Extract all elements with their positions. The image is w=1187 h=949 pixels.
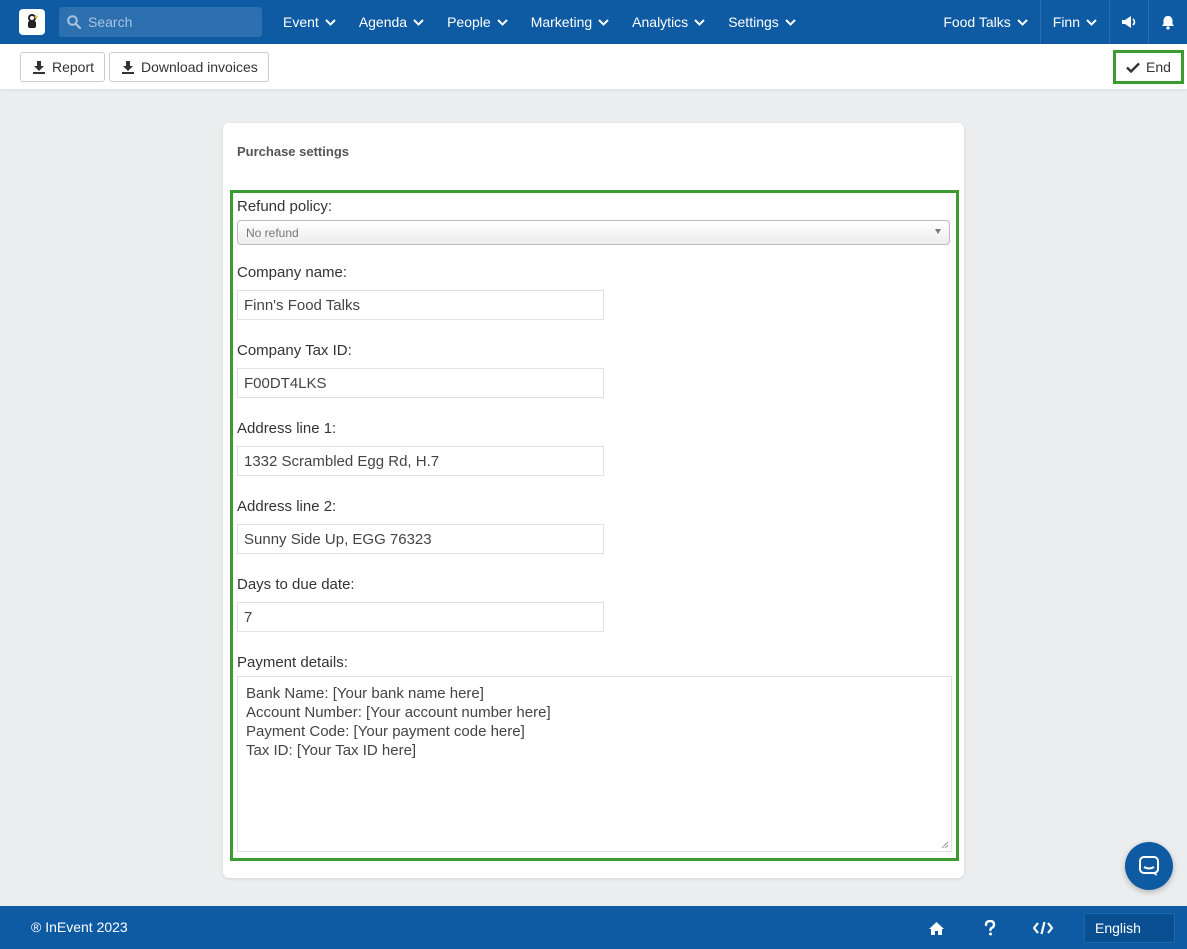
menu-people[interactable]: People xyxy=(447,14,508,30)
download-invoices-label: Download invoices xyxy=(141,59,258,75)
purchase-form-highlight: Refund policy: No refund Company name: F… xyxy=(230,190,959,861)
menu-marketing[interactable]: Marketing xyxy=(531,14,609,30)
chevron-down-icon xyxy=(496,18,508,26)
event-name: Food Talks xyxy=(943,14,1011,30)
developer-button[interactable] xyxy=(1032,917,1054,939)
chat-icon xyxy=(1139,856,1159,876)
search-icon xyxy=(67,15,81,29)
menu-people-label: People xyxy=(447,14,491,30)
chevron-down-icon xyxy=(325,18,336,26)
address-line-1-label: Address line 1: xyxy=(237,420,337,437)
announcements-button[interactable] xyxy=(1109,0,1148,44)
payment-details-label: Payment details: xyxy=(237,654,348,671)
user-name: Finn xyxy=(1052,14,1080,30)
card-title: Purchase settings xyxy=(237,144,349,159)
payment-line: Bank Name: [Your bank name here] xyxy=(246,685,484,702)
menu-marketing-label: Marketing xyxy=(530,14,593,30)
days-to-due-date-field[interactable]: 7 xyxy=(237,602,604,632)
purchase-settings-card: Purchase settings Refund policy: No refu… xyxy=(223,123,964,878)
download-invoices-button[interactable]: Download invoices xyxy=(109,52,269,82)
chevron-down-icon xyxy=(413,18,424,26)
event-switcher[interactable]: Food Talks xyxy=(931,0,1039,44)
megaphone-icon xyxy=(1122,16,1136,28)
menu-event-label: Event xyxy=(283,14,319,30)
help-button[interactable] xyxy=(979,917,1001,939)
check-icon xyxy=(1126,62,1140,73)
home-icon xyxy=(928,921,944,935)
refund-policy-value: No refund xyxy=(246,225,299,240)
code-icon xyxy=(1033,921,1053,935)
payment-line: Account Number: [Your account number her… xyxy=(246,704,551,721)
chevron-down-icon xyxy=(1017,18,1028,26)
search-input[interactable] xyxy=(88,14,248,30)
chevron-down-icon xyxy=(694,18,705,26)
page-footer: ® InEvent 2023 English xyxy=(0,906,1187,949)
refund-policy-label: Refund policy: xyxy=(237,198,333,215)
download-icon xyxy=(122,61,134,74)
notifications-button[interactable] xyxy=(1148,0,1187,44)
menu-settings-label: Settings xyxy=(728,14,779,30)
days-to-due-date-label: Days to due date: xyxy=(237,576,355,593)
chat-launcher-button[interactable] xyxy=(1125,842,1173,890)
home-button[interactable] xyxy=(925,917,947,939)
end-label: End xyxy=(1146,59,1171,75)
company-tax-id-field[interactable]: F00DT4LKS xyxy=(237,368,604,398)
search-box[interactable] xyxy=(59,7,262,37)
company-name-field[interactable]: Finn's Food Talks xyxy=(237,290,604,320)
company-name-label: Company name: xyxy=(237,264,348,281)
payment-line: Tax ID: [Your Tax ID here] xyxy=(246,742,417,759)
menu-agenda-label: Agenda xyxy=(358,14,408,30)
action-toolbar: Report Download invoices End xyxy=(0,44,1187,89)
address-line-2-field[interactable]: Sunny Side Up, EGG 76323 xyxy=(237,524,604,554)
chef-logo-icon xyxy=(28,14,38,28)
end-button[interactable]: End xyxy=(1116,53,1181,81)
report-label: Report xyxy=(52,59,95,75)
report-button[interactable]: Report xyxy=(20,52,106,82)
language-value: English xyxy=(1095,920,1141,936)
app-logo[interactable] xyxy=(19,9,45,35)
address-line-2-label: Address line 2: xyxy=(237,498,337,515)
download-icon xyxy=(33,61,45,74)
question-icon xyxy=(984,920,996,936)
main-menu: Event Agenda People Marketing Analytics … xyxy=(283,0,819,44)
dropdown-arrow-icon xyxy=(935,229,941,234)
chevron-down-icon xyxy=(598,18,609,26)
chevron-down-icon xyxy=(785,18,796,26)
menu-analytics-label: Analytics xyxy=(632,14,689,30)
address-line-1-field[interactable]: 1332 Scrambled Egg Rd, H.7 xyxy=(237,446,604,476)
nav-right: Food Talks Finn xyxy=(931,0,1187,44)
language-select[interactable]: English xyxy=(1084,913,1175,943)
user-menu[interactable]: Finn xyxy=(1039,0,1109,44)
bell-icon xyxy=(1162,15,1174,30)
top-navbar: Event Agenda People Marketing Analytics … xyxy=(0,0,1187,44)
refund-policy-select[interactable]: No refund xyxy=(237,220,950,245)
resize-grip-icon[interactable] xyxy=(941,841,949,849)
chevron-down-icon xyxy=(1086,18,1097,26)
copyright-text: ® InEvent 2023 xyxy=(31,919,128,935)
end-button-highlight: End xyxy=(1113,50,1184,84)
payment-line: Payment Code: [Your payment code here] xyxy=(246,723,525,740)
menu-settings[interactable]: Settings xyxy=(728,14,796,30)
company-tax-id-label: Company Tax ID: xyxy=(237,342,352,359)
payment-details-textarea[interactable]: Bank Name: [Your bank name here] Account… xyxy=(237,676,952,852)
menu-event[interactable]: Event xyxy=(283,14,336,30)
menu-analytics[interactable]: Analytics xyxy=(632,14,705,30)
menu-agenda[interactable]: Agenda xyxy=(359,14,424,30)
